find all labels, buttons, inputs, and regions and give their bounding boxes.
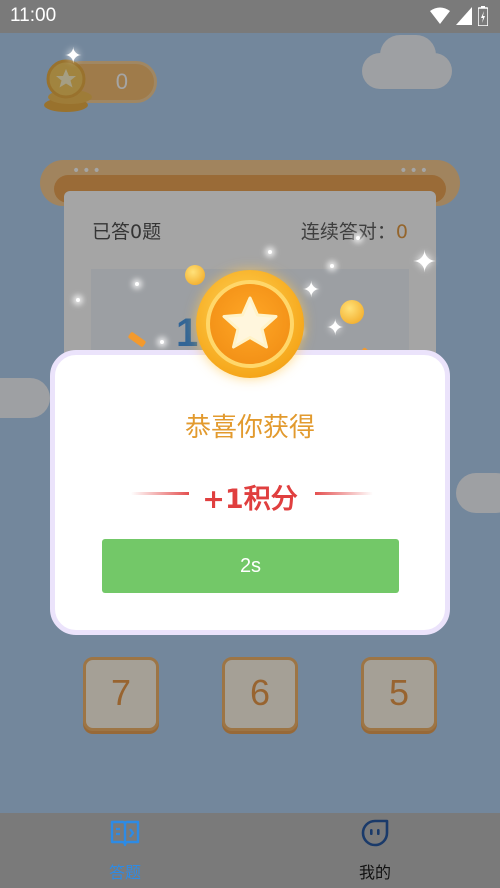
flying-coin-icon — [340, 300, 364, 324]
sparkle — [135, 282, 139, 286]
reward-dialog: 恭喜你获得 +1积分 2s — [50, 350, 450, 635]
sparkle — [356, 236, 360, 240]
flying-coin-icon — [185, 265, 205, 285]
signal-icon — [456, 7, 472, 25]
status-bar: 11:00 — [0, 0, 500, 33]
wifi-icon — [430, 7, 450, 24]
nav-item-quiz[interactable]: 答题 — [65, 813, 185, 888]
book-icon — [110, 820, 140, 847]
sparkle-star-icon: ✦ — [412, 245, 438, 280]
nav-label: 我的 — [358, 863, 391, 882]
reward-title: 恭喜你获得 — [184, 413, 315, 443]
status-icons — [430, 6, 488, 26]
face-icon — [361, 819, 389, 847]
medal-inner-ring — [206, 280, 294, 368]
star-icon — [222, 296, 278, 349]
sparkle — [160, 340, 164, 344]
sparkle-star-icon: ✦ — [64, 44, 83, 69]
sparkle — [268, 250, 272, 254]
nav-item-mine[interactable]: 我的 — [315, 813, 435, 888]
star-medal-icon — [196, 270, 304, 378]
status-time: 11:00 — [10, 5, 57, 26]
divider-line-right — [315, 492, 373, 495]
sparkle — [76, 298, 80, 302]
battery-icon — [478, 6, 488, 26]
sparkle — [330, 264, 334, 268]
reward-amount: +1积分 — [202, 484, 298, 515]
bottom-nav: 答题 我的 — [0, 813, 500, 888]
nav-label: 答题 — [108, 863, 141, 882]
countdown-button[interactable]: 2s — [102, 539, 399, 593]
sparkle-star-icon: ✦ — [302, 278, 321, 303]
